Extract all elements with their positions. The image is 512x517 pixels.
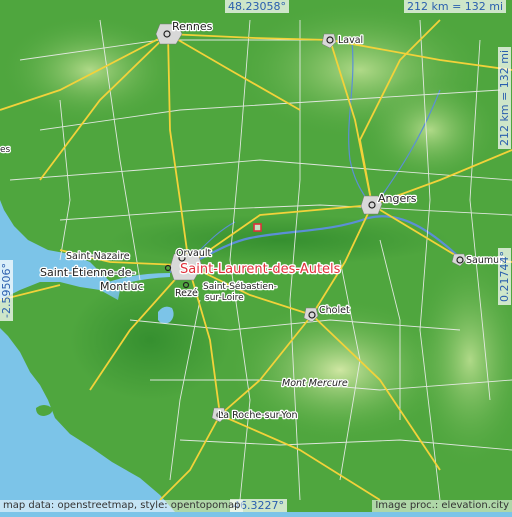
label-cholet: Cholet: [319, 305, 350, 316]
label-mont-mercure: Mont Mercure: [282, 378, 348, 389]
location-marker[interactable]: [254, 224, 261, 231]
scale-vertical: 212 km = 132 mi: [498, 47, 511, 149]
label-saint-nazaire: Saint-Nazaire: [66, 251, 130, 262]
label-saint-sebastien-line2: sur-Loire: [205, 293, 244, 303]
latitude-top: 48.23058°: [225, 0, 289, 13]
label-saint-etienne-line2: Montluc: [100, 280, 144, 293]
scale-horizontal: 212 km = 132 mi: [404, 0, 506, 13]
label-orvault: Orvault: [176, 248, 211, 259]
label-rennes: Rennes: [172, 20, 213, 33]
label-angers: Angers: [378, 192, 417, 205]
attribution-image-proc: Image proc.: elevation.city: [372, 500, 512, 512]
map-canvas: Rennes Laval Angers Saumur Saint-Nazaire…: [0, 0, 512, 512]
label-la-roche: La Roche-sur-Yon: [218, 410, 298, 421]
longitude-left: -2.59506°: [0, 260, 13, 321]
lowland-loire: [110, 215, 450, 265]
elevation-map[interactable]: Rennes Laval Angers Saumur Saint-Nazaire…: [0, 0, 512, 512]
attribution-map-data: map data: openstreetmap, style: opentopo…: [0, 500, 243, 512]
label-saint-sebastien-line1: Saint-Sébastien-: [203, 281, 277, 292]
longitude-right: 0.21744°: [498, 248, 511, 305]
label-edge-left: es: [0, 145, 11, 155]
label-reze: Rezé: [175, 288, 198, 299]
label-laval: Laval: [338, 35, 363, 46]
label-highlighted-place: Saint-Laurent-des-Autels: [180, 262, 341, 277]
upland-northwest: [0, 15, 180, 125]
label-saint-etienne-line1: Saint-Étienne-de-: [40, 266, 136, 279]
